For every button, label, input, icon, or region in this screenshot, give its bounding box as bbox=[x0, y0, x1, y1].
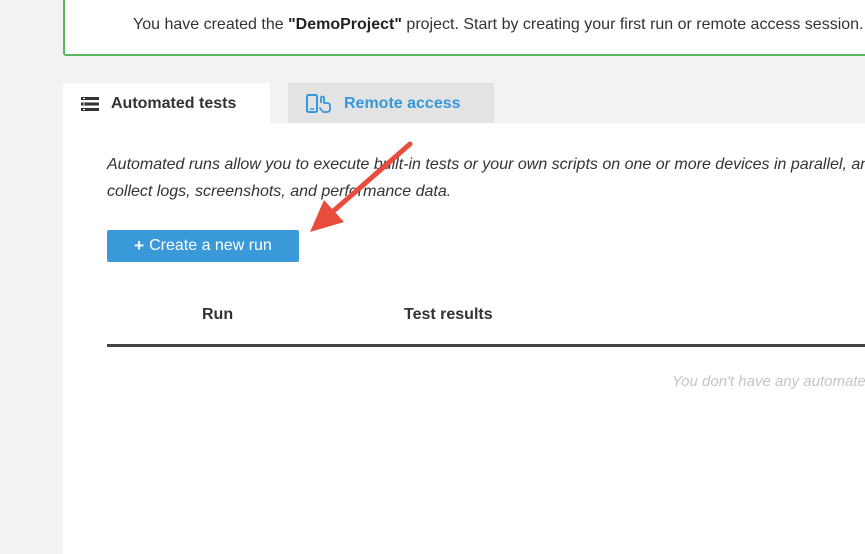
empty-runs-message: You don't have any automated runs yet. bbox=[672, 373, 865, 390]
column-header-test-results[interactable]: Test results bbox=[404, 306, 493, 324]
tab-remote-access[interactable]: Remote access bbox=[288, 83, 494, 123]
annotation-arrow-icon bbox=[310, 141, 413, 232]
banner-text-before: You have created the bbox=[133, 16, 289, 33]
banner-text-after: project. Start by creating your first ru… bbox=[401, 16, 864, 33]
tab-automated-tests[interactable]: Automated tests bbox=[63, 83, 270, 124]
banner-project-name: "DemoProject" bbox=[288, 16, 402, 33]
banner-message: You have created the "DemoProject" proje… bbox=[133, 16, 863, 34]
success-banner: You have created the "DemoProject" proje… bbox=[63, 0, 865, 56]
page: You have created the "DemoProject" proje… bbox=[0, 0, 865, 554]
tab-automated-tests-label: Automated tests bbox=[111, 94, 237, 112]
automated-tests-panel: Automated runs allow you to execute buil… bbox=[63, 123, 865, 554]
list-icon bbox=[81, 96, 99, 111]
tab-remote-access-label: Remote access bbox=[344, 94, 461, 112]
create-new-run-button[interactable]: + Create a new run bbox=[107, 230, 299, 262]
runs-table-header: Run Test results bbox=[107, 298, 865, 347]
create-new-run-label: Create a new run bbox=[149, 237, 272, 254]
automated-description: Automated runs allow you to execute buil… bbox=[107, 156, 865, 200]
column-header-run[interactable]: Run bbox=[202, 306, 233, 324]
devices-touch-icon bbox=[306, 93, 332, 114]
plus-icon: + bbox=[134, 236, 145, 255]
